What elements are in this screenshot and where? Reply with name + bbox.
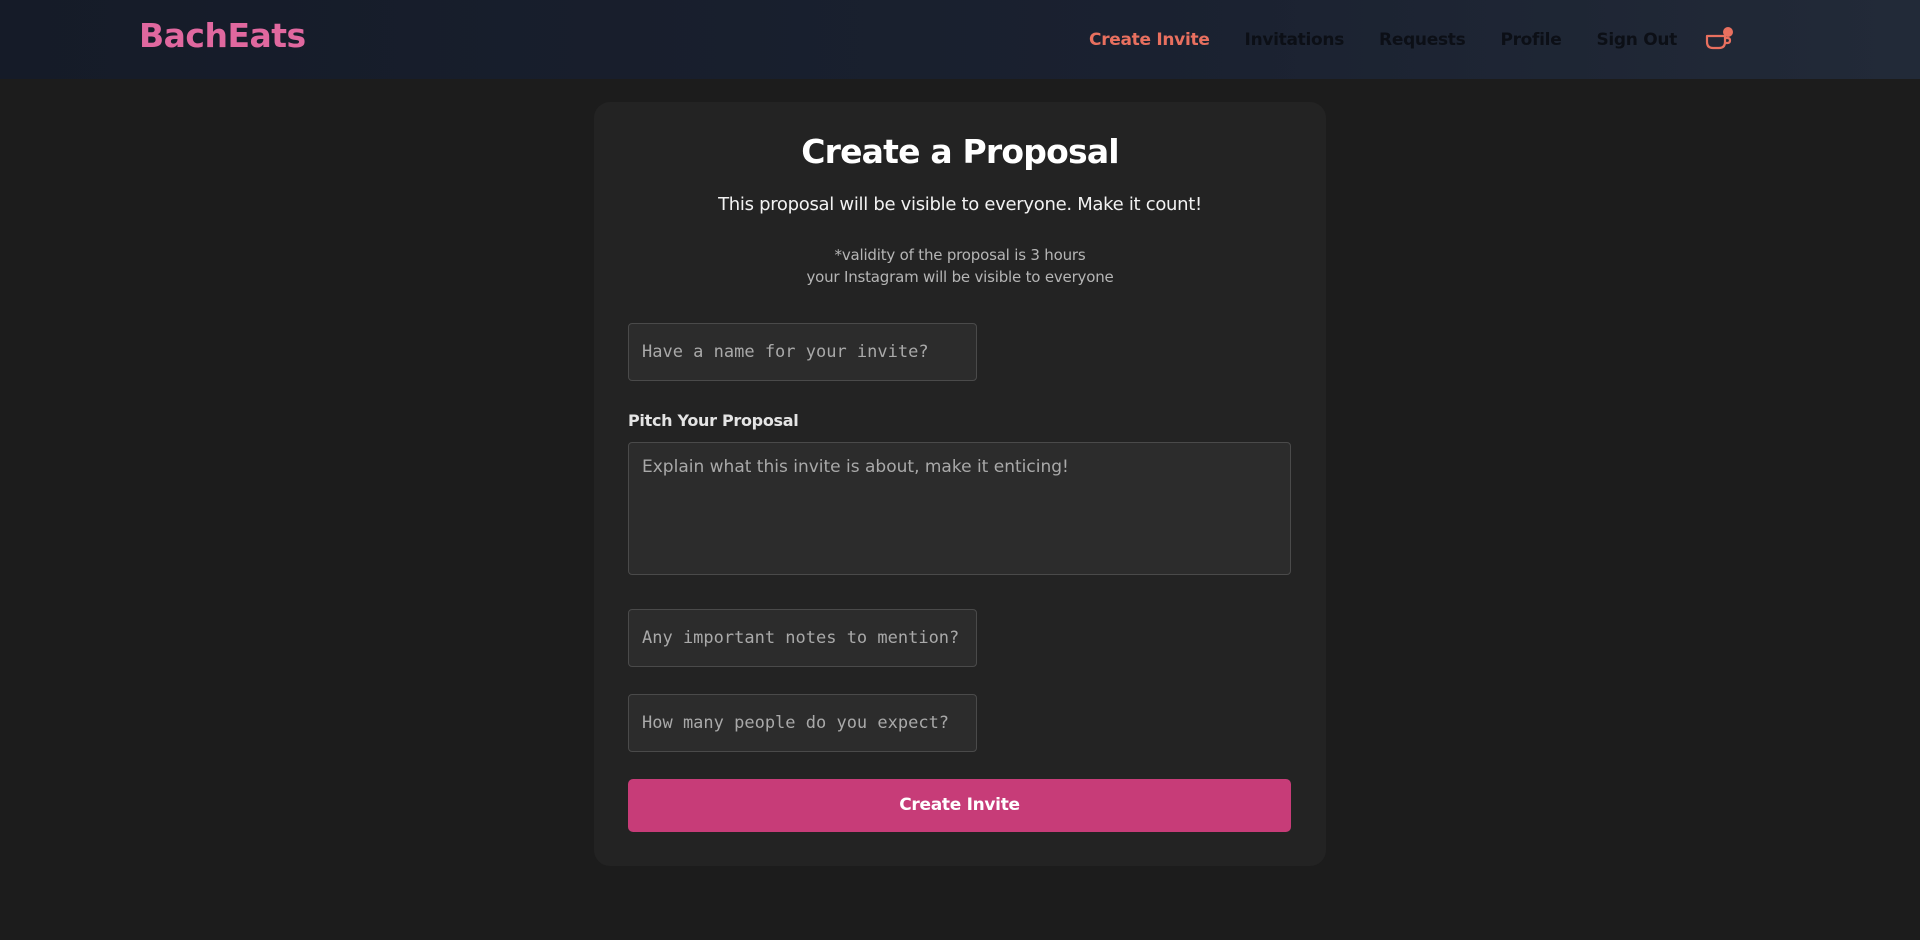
coffee-cup-icon[interactable]	[1704, 27, 1734, 53]
validity-note: *validity of the proposal is 3 hours	[834, 246, 1086, 264]
instagram-note: your Instagram will be visible to everyo…	[806, 268, 1114, 286]
pitch-textarea[interactable]	[628, 442, 1291, 575]
brand-logo[interactable]: BachEats	[139, 16, 306, 55]
nav-profile[interactable]: Profile	[1500, 30, 1561, 50]
invite-name-input[interactable]	[628, 323, 977, 381]
pitch-label: Pitch Your Proposal	[628, 411, 799, 430]
subtitle: This proposal will be visible to everyon…	[718, 194, 1202, 215]
page-title: Create a Proposal	[801, 132, 1119, 171]
nav-invitations[interactable]: Invitations	[1245, 30, 1345, 50]
nav-sign-out[interactable]: Sign Out	[1596, 30, 1677, 50]
nav-links: Create Invite Invitations Requests Profi…	[1054, 27, 1734, 53]
proposal-card: Create a Proposal This proposal will be …	[594, 102, 1326, 866]
nav-requests[interactable]: Requests	[1379, 30, 1466, 50]
create-invite-button[interactable]: Create Invite	[628, 779, 1291, 832]
nav-create-invite[interactable]: Create Invite	[1089, 30, 1210, 50]
notes-input[interactable]	[628, 609, 977, 667]
people-count-input[interactable]	[628, 694, 977, 752]
navbar: BachEats Create Invite Invitations Reque…	[0, 0, 1920, 79]
